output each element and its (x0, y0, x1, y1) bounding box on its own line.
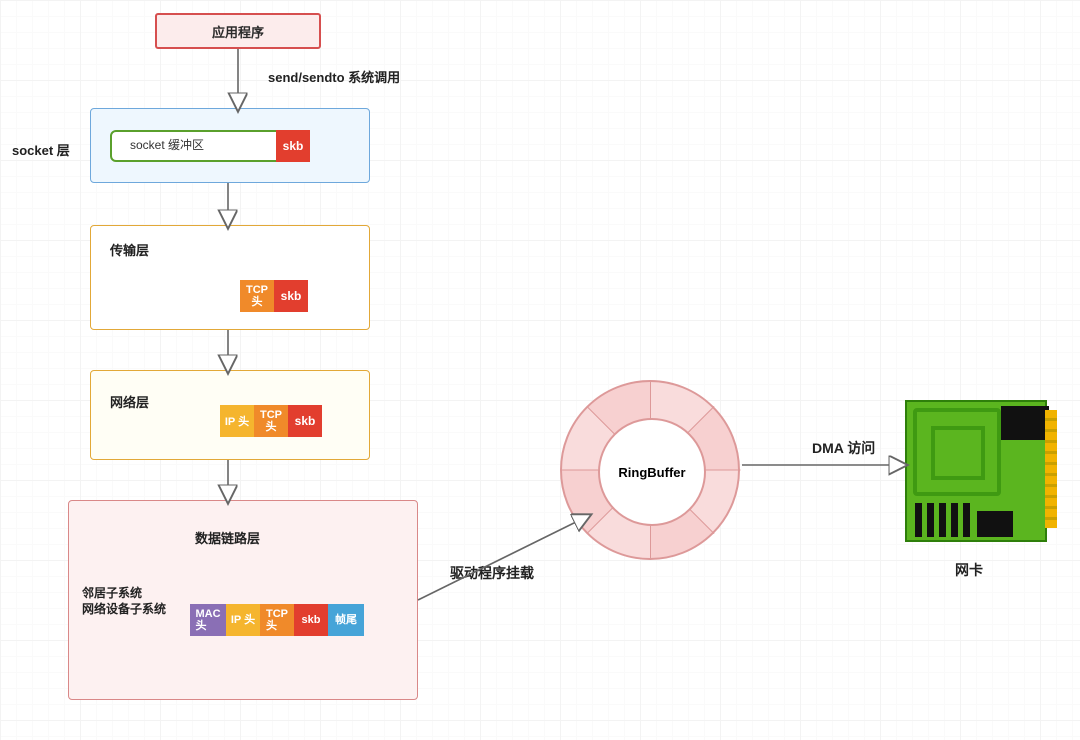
ringbuffer-label: RingBuffer (598, 418, 706, 526)
datalink-subsystems: 邻居子系统 网络设备子系统 (82, 585, 166, 617)
tcp-header-cell-3: TCP 头 (260, 604, 294, 636)
transport-title: 传输层 (110, 240, 149, 259)
driver-mount-label: 驱动程序挂载 (450, 563, 534, 583)
network-title: 网络层 (110, 392, 149, 411)
arrow-datalink-to-ringbuffer (418, 520, 580, 600)
skb-cell-datalink: skb (294, 604, 328, 636)
nic-chip-1 (1001, 406, 1049, 440)
mac-header-cell: MAC 头 (190, 604, 226, 636)
nic-vent (915, 503, 973, 537)
nic-chip-2 (977, 511, 1013, 537)
socket-buffer-label: socket 缓冲区 (130, 136, 204, 153)
diagram-stage: socket 层 应用程序 send/sendto 系统调用 socket 缓冲… (0, 0, 1080, 740)
tcp-header-cell-2: TCP 头 (254, 405, 288, 437)
skb-cell-socket: skb (276, 130, 310, 162)
nic-label: 网卡 (955, 560, 983, 580)
tcp-header-cell-1: TCP 头 (240, 280, 274, 312)
send-call-label: send/sendto 系统调用 (268, 67, 400, 86)
nic-trace-inner (931, 426, 985, 480)
datalink-title: 数据链路层 (195, 528, 260, 547)
nic-card-icon (905, 400, 1055, 545)
application-box: 应用程序 (155, 13, 321, 49)
skb-cell-transport: skb (274, 280, 308, 312)
socket-layer-label: socket 层 (12, 140, 70, 159)
dma-label: DMA 访问 (812, 438, 875, 458)
ringbuffer-widget: RingBuffer (560, 380, 740, 560)
frame-tail-cell: 帧尾 (328, 604, 364, 636)
ip-header-cell-1: IP 头 (220, 405, 254, 437)
nic-gold-fingers (1045, 410, 1057, 528)
skb-cell-network: skb (288, 405, 322, 437)
ip-header-cell-2: IP 头 (226, 604, 260, 636)
